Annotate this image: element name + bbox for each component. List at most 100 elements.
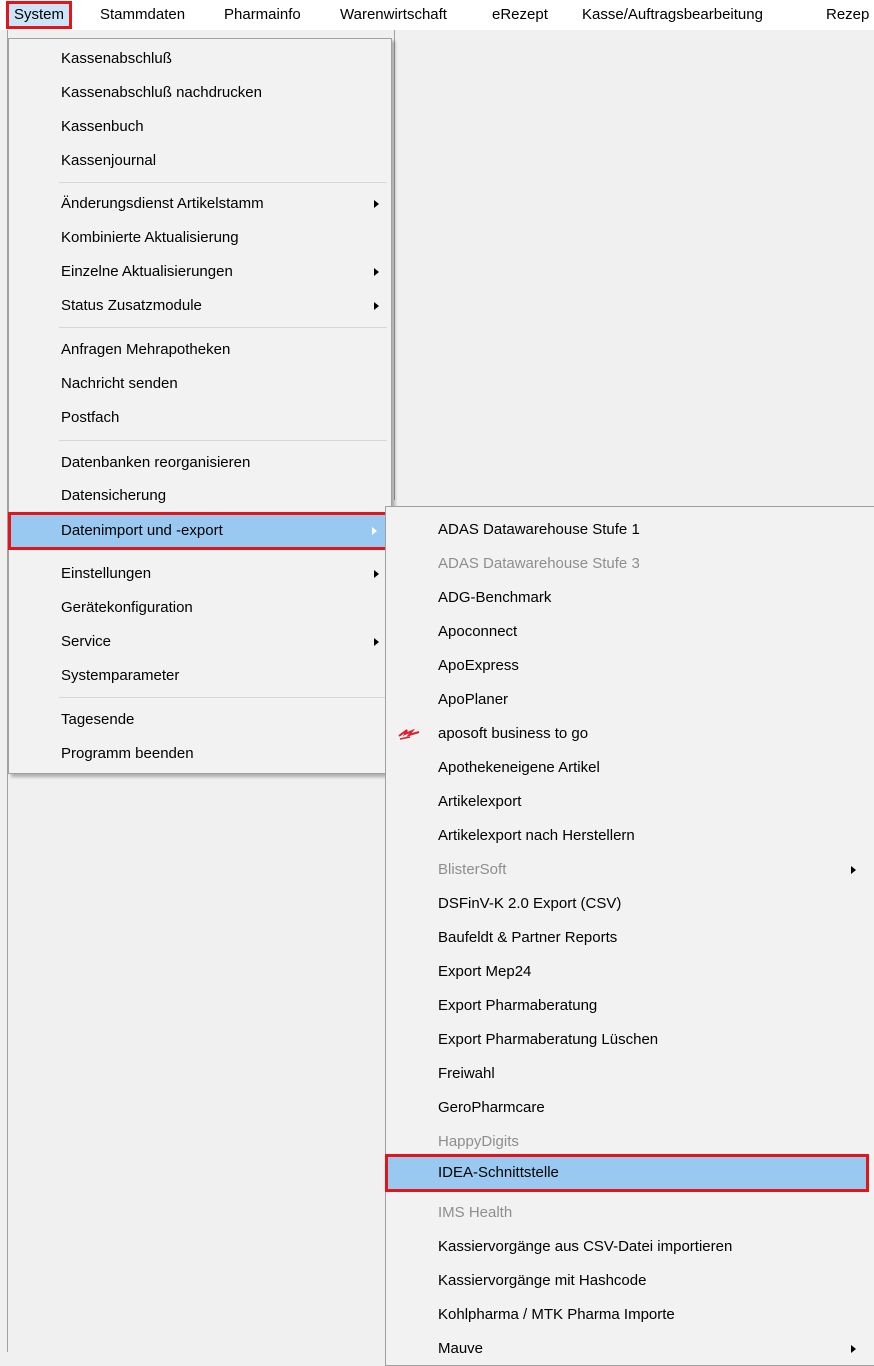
menu-item-artikelexport-nach-herstellern[interactable]: Artikelexport nach Herstellern bbox=[388, 820, 874, 852]
menubar: System Stammdaten Pharmainfo Warenwirtsc… bbox=[0, 0, 874, 30]
menu-item-programm-beenden[interactable]: Programm beenden bbox=[11, 738, 389, 770]
menu-item-datenimport-export[interactable]: Datenimport und -export bbox=[8, 512, 388, 550]
menu-item-happydigits[interactable]: HappyDigits bbox=[388, 1126, 874, 1158]
menu-item-kassiervorgaenge-csv-import[interactable]: Kassiervorgänge aus CSV-Datei importiere… bbox=[388, 1231, 874, 1263]
menu-item-kassenabschluss-nachdrucken[interactable]: Kassenabschluß nachdrucken bbox=[11, 77, 389, 109]
menu-item-tagesende[interactable]: Tagesende bbox=[11, 704, 389, 736]
menu-item-geropharmcare[interactable]: GeroPharmcare bbox=[388, 1092, 874, 1124]
menu-item-aposoft-business-to-go[interactable]: aposoft business to go bbox=[388, 718, 874, 750]
menu-item-label: Apothekeneigene Artikel bbox=[438, 759, 600, 776]
menu-item-label: Artikelexport nach Herstellern bbox=[438, 827, 635, 844]
menu-item-blistersoft[interactable]: BlisterSoft bbox=[388, 854, 874, 886]
menu-item-postfach[interactable]: Postfach bbox=[11, 402, 389, 434]
menu-item-status-zusatzmodule[interactable]: Status Zusatzmodule bbox=[11, 290, 389, 322]
menu-item-label: Kassenabschluß bbox=[61, 50, 172, 67]
menu-item-label: BlisterSoft bbox=[438, 861, 507, 878]
menu-item-label: Export Mep24 bbox=[438, 963, 532, 980]
menu-item-label: Änderungsdienst Artikelstamm bbox=[61, 195, 264, 212]
menu-item-label: Gerätekonfiguration bbox=[61, 599, 193, 616]
menu-item-label: aposoft business to go bbox=[438, 725, 589, 742]
menu-separator bbox=[59, 697, 387, 698]
menu-item-label: Anfragen Mehrapotheken bbox=[61, 341, 231, 358]
menu-item-label: ApoPlaner bbox=[438, 691, 509, 708]
menu-item-label: DSFinV-K 2.0 Export (CSV) bbox=[438, 895, 622, 912]
menu-item-label: Mauve bbox=[438, 1340, 484, 1357]
menu-item-label: Baufeldt & Partner Reports bbox=[438, 929, 618, 946]
menu-item-kassenjournal[interactable]: Kassenjournal bbox=[11, 145, 389, 177]
menu-erezept[interactable]: eRezept bbox=[486, 3, 554, 27]
menu-item-artikelexport[interactable]: Artikelexport bbox=[388, 786, 874, 818]
menu-stammdaten[interactable]: Stammdaten bbox=[94, 3, 191, 27]
menu-item-export-pharmaberatung[interactable]: Export Pharmaberatung bbox=[388, 990, 874, 1022]
menu-item-label: Postfach bbox=[61, 409, 120, 426]
menu-item-kombinierte-aktualisierung[interactable]: Kombinierte Aktualisierung bbox=[11, 222, 389, 254]
menu-kasse-auftragsbearbeitung[interactable]: Kasse/Auftragsbearbeitung bbox=[576, 3, 769, 27]
menu-item-label: Export Pharmaberatung Lüschen bbox=[438, 1031, 659, 1048]
menu-item-label: GeroPharmcare bbox=[438, 1099, 545, 1116]
submenu-arrow-icon bbox=[374, 638, 379, 646]
menu-item-systemparameter[interactable]: Systemparameter bbox=[11, 660, 389, 692]
menu-item-label: Einstellungen bbox=[61, 565, 152, 582]
menu-separator bbox=[59, 327, 387, 328]
menu-item-apothekeneigene-artikel[interactable]: Apothekeneigene Artikel bbox=[388, 752, 874, 784]
menu-item-kohlpharma-mtk-importe[interactable]: Kohlpharma / MTK Pharma Importe bbox=[388, 1299, 874, 1331]
menu-item-kassiervorgaenge-hashcode[interactable]: Kassiervorgänge mit Hashcode bbox=[388, 1265, 874, 1297]
menu-item-label: Status Zusatzmodule bbox=[61, 297, 202, 314]
menu-item-datensicherung[interactable]: Datensicherung bbox=[11, 480, 389, 512]
window-frame-line bbox=[394, 30, 395, 500]
menu-item-label: Export Pharmaberatung bbox=[438, 997, 598, 1014]
submenu-arrow-icon bbox=[374, 200, 379, 208]
menu-item-einzelne-aktualisierungen[interactable]: Einzelne Aktualisierungen bbox=[11, 256, 389, 288]
menu-rezep[interactable]: Rezep bbox=[820, 3, 874, 27]
menu-item-service[interactable]: Service bbox=[11, 626, 389, 658]
menu-item-adg-benchmark[interactable]: ADG-Benchmark bbox=[388, 582, 874, 614]
menu-item-einstellungen[interactable]: Einstellungen bbox=[11, 558, 389, 590]
menu-item-baufeldt-partner-reports[interactable]: Baufeldt & Partner Reports bbox=[388, 922, 874, 954]
menu-item-label: ADG-Benchmark bbox=[438, 589, 552, 606]
menu-item-apoexpress[interactable]: ApoExpress bbox=[388, 650, 874, 682]
menu-item-adas-stufe-3[interactable]: ADAS Datawarehouse Stufe 3 bbox=[388, 548, 874, 580]
menu-item-kassenabschluss[interactable]: Kassenabschluß bbox=[11, 43, 389, 75]
aposoft-logo-icon bbox=[398, 728, 420, 740]
menu-item-label: IMS Health bbox=[438, 1204, 513, 1221]
menu-item-nachricht-senden[interactable]: Nachricht senden bbox=[11, 368, 389, 400]
menu-separator bbox=[59, 440, 387, 441]
submenu-arrow-icon bbox=[372, 527, 377, 535]
menu-item-geraetekonfiguration[interactable]: Gerätekonfiguration bbox=[11, 592, 389, 624]
menu-item-label: ApoExpress bbox=[438, 657, 519, 674]
menu-item-anfragen-mehrapotheken[interactable]: Anfragen Mehrapotheken bbox=[11, 334, 389, 366]
menu-item-apoplaner[interactable]: ApoPlaner bbox=[388, 684, 874, 716]
menu-item-aenderungsdienst[interactable]: Änderungsdienst Artikelstamm bbox=[11, 188, 389, 220]
menu-item-apoconnect[interactable]: Apoconnect bbox=[388, 616, 874, 648]
menu-item-label: Kassiervorgänge aus CSV-Datei importiere… bbox=[438, 1238, 733, 1255]
menu-item-label: ADAS Datawarehouse Stufe 1 bbox=[438, 521, 640, 538]
menu-item-adas-stufe-1[interactable]: ADAS Datawarehouse Stufe 1 bbox=[388, 514, 874, 546]
menu-item-export-mep24[interactable]: Export Mep24 bbox=[388, 956, 874, 988]
menu-item-label: Kohlpharma / MTK Pharma Importe bbox=[438, 1306, 675, 1323]
menu-item-dsfinv-k-export[interactable]: DSFinV-K 2.0 Export (CSV) bbox=[388, 888, 874, 920]
menu-item-export-pharmaberatung-lueschen[interactable]: Export Pharmaberatung Lüschen bbox=[388, 1024, 874, 1056]
menu-item-datenbanken-reorganisieren[interactable]: Datenbanken reorganisieren bbox=[11, 447, 389, 479]
menu-item-mauve[interactable]: Mauve bbox=[388, 1333, 874, 1365]
menu-item-label: ADAS Datawarehouse Stufe 3 bbox=[438, 555, 640, 572]
submenu-arrow-icon bbox=[374, 570, 379, 578]
menu-warenwirtschaft[interactable]: Warenwirtschaft bbox=[334, 3, 453, 27]
system-menu: Kassenabschluß Kassenabschluß nachdrucke… bbox=[8, 38, 392, 774]
menu-item-label: Datenbanken reorganisieren bbox=[61, 454, 251, 471]
menu-system[interactable]: System bbox=[5, 1, 73, 29]
menu-item-ims-health[interactable]: IMS Health bbox=[388, 1197, 874, 1229]
menu-item-freiwahl[interactable]: Freiwahl bbox=[388, 1058, 874, 1090]
menu-pharmainfo[interactable]: Pharmainfo bbox=[218, 3, 307, 27]
menu-item-kassenbuch[interactable]: Kassenbuch bbox=[11, 111, 389, 143]
menu-item-label: HappyDigits bbox=[438, 1133, 519, 1150]
menu-item-label: Kassenabschluß nachdrucken bbox=[61, 84, 262, 101]
menu-item-label: Einzelne Aktualisierungen bbox=[61, 263, 233, 280]
menu-item-label: Service bbox=[61, 633, 112, 650]
menu-item-label: Artikelexport bbox=[438, 793, 522, 810]
menu-item-idea-schnittstelle[interactable]: IDEA-Schnittstelle bbox=[385, 1154, 869, 1192]
menu-item-label: Tagesende bbox=[61, 711, 135, 728]
menu-item-label: Kassenjournal bbox=[61, 152, 157, 169]
menu-item-label: Datenimport und -export bbox=[61, 522, 223, 539]
import-export-submenu: ADAS Datawarehouse Stufe 1 ADAS Dataware… bbox=[385, 506, 874, 1366]
menu-item-label: Systemparameter bbox=[61, 667, 180, 684]
